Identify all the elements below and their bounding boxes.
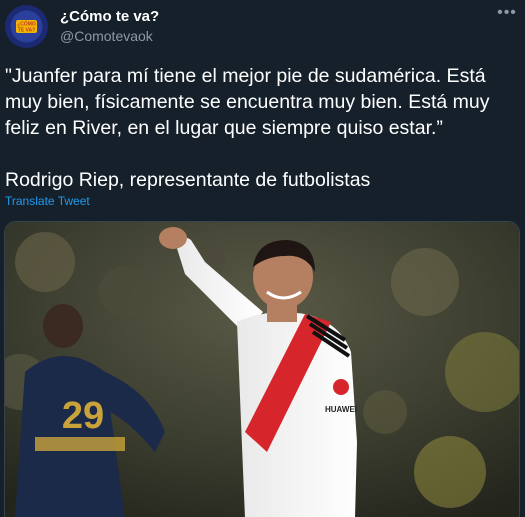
display-name[interactable]: ¿Cómo te va? [60,8,159,25]
more-icon[interactable]: ••• [495,5,519,26]
sponsor-text: HUAWEI [325,405,357,414]
tweet-attribution: Rodrigo Riep, representante de futbolist… [5,169,371,191]
tweet-quote: "Juanfer para mí tiene el mejor pie de s… [5,65,490,139]
tweet-photo[interactable]: 29 HUAWEI [4,221,520,517]
tweet-card: ¿CÓMO TE VA? ¿Cómo te va? @Comotevaok ••… [0,0,525,517]
svg-text:TE VA?: TE VA? [18,28,35,34]
avatar[interactable]: ¿CÓMO TE VA? [5,5,48,48]
tweet-text: "Juanfer para mí tiene el mejor pie de s… [5,63,520,193]
svg-text:¿CÓMO: ¿CÓMO [17,20,36,28]
back-number: 29 [62,395,104,437]
user-handle[interactable]: @Comotevaok [60,28,153,44]
translate-tweet-link[interactable]: Translate Tweet [5,194,90,208]
